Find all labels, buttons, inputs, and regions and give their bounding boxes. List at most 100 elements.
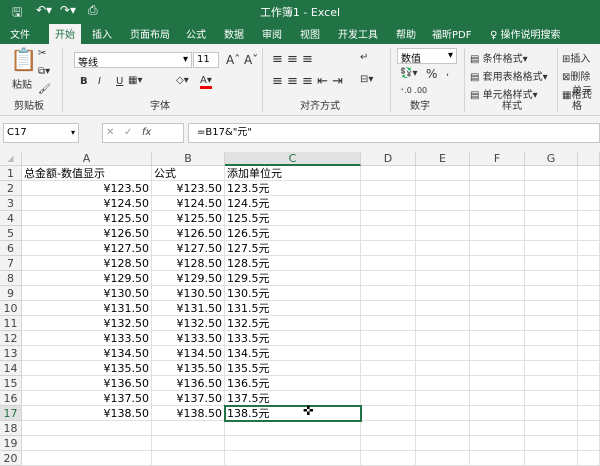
font-name-select[interactable]: 等线 ▾	[74, 52, 192, 69]
table-format-button[interactable]: ▤ 套用表格格式▾	[470, 68, 548, 83]
column-header-D[interactable]: D	[361, 152, 416, 166]
cell-G15[interactable]	[525, 376, 578, 391]
cell-A16[interactable]: ¥137.50	[22, 391, 152, 406]
cell-E3[interactable]	[416, 196, 470, 211]
cell-F11[interactable]	[470, 316, 525, 331]
tab-0[interactable]: 文件	[10, 26, 30, 41]
cell-B19[interactable]	[152, 436, 225, 451]
cell-F18[interactable]	[470, 421, 525, 436]
cell-E13[interactable]	[416, 346, 470, 361]
tab-5[interactable]: 数据	[224, 26, 244, 41]
cell-H4[interactable]	[578, 211, 600, 226]
tell-me-search[interactable]: ♀ 操作说明搜索	[490, 26, 561, 41]
cell-A8[interactable]: ¥129.50	[22, 271, 152, 286]
cell-H1[interactable]	[578, 166, 600, 181]
cell-H13[interactable]	[578, 346, 600, 361]
cell-H10[interactable]	[578, 301, 600, 316]
cell-C18[interactable]	[225, 421, 361, 436]
cell-B4[interactable]: ¥125.50	[152, 211, 225, 226]
cell-G11[interactable]	[525, 316, 578, 331]
cell-D15[interactable]	[361, 376, 416, 391]
cell-F13[interactable]	[470, 346, 525, 361]
cell-D13[interactable]	[361, 346, 416, 361]
cell-C9[interactable]: 130.5元	[225, 286, 361, 301]
cell-G2[interactable]	[525, 181, 578, 196]
row-header-4[interactable]: 4	[0, 211, 22, 226]
cell-H16[interactable]	[578, 391, 600, 406]
copy-icon[interactable]: ⧉▾	[38, 66, 50, 77]
cell-H8[interactable]	[578, 271, 600, 286]
row-header-14[interactable]: 14	[0, 361, 22, 376]
row-header-2[interactable]: 2	[0, 181, 22, 196]
column-header-F[interactable]: F	[470, 152, 525, 166]
cell-D4[interactable]	[361, 211, 416, 226]
comma-button[interactable]: ,	[446, 67, 449, 78]
cell-B6[interactable]: ¥127.50	[152, 241, 225, 256]
cell-B5[interactable]: ¥126.50	[152, 226, 225, 241]
cell-F5[interactable]	[470, 226, 525, 241]
cell-H20[interactable]	[578, 451, 600, 466]
cell-D3[interactable]	[361, 196, 416, 211]
cell-C10[interactable]: 131.5元	[225, 301, 361, 316]
tab-1[interactable]: 开始	[49, 24, 81, 44]
column-header-B[interactable]: B	[152, 152, 225, 166]
cell-A7[interactable]: ¥128.50	[22, 256, 152, 271]
bold-button[interactable]: B	[80, 76, 88, 87]
cell-B2[interactable]: ¥123.50	[152, 181, 225, 196]
cell-B7[interactable]: ¥128.50	[152, 256, 225, 271]
cell-H2[interactable]	[578, 181, 600, 196]
cell-E6[interactable]	[416, 241, 470, 256]
cell-H7[interactable]	[578, 256, 600, 271]
cell-F2[interactable]	[470, 181, 525, 196]
cell-H14[interactable]	[578, 361, 600, 376]
column-header-C[interactable]: C	[225, 152, 361, 166]
cell-F3[interactable]	[470, 196, 525, 211]
cell-A6[interactable]: ¥127.50	[22, 241, 152, 256]
align-top-icon[interactable]: ≡ ≡ ≡	[272, 52, 313, 67]
cell-G8[interactable]	[525, 271, 578, 286]
row-header-16[interactable]: 16	[0, 391, 22, 406]
cell-B15[interactable]: ¥136.50	[152, 376, 225, 391]
cell-D8[interactable]	[361, 271, 416, 286]
row-header-7[interactable]: 7	[0, 256, 22, 271]
cell-C12[interactable]: 133.5元	[225, 331, 361, 346]
cell-H12[interactable]	[578, 331, 600, 346]
cell-F8[interactable]	[470, 271, 525, 286]
cell-H11[interactable]	[578, 316, 600, 331]
select-all-corner[interactable]: ◢	[0, 152, 22, 166]
tab-3[interactable]: 页面布局	[130, 26, 170, 41]
cell-F15[interactable]	[470, 376, 525, 391]
cell-F12[interactable]	[470, 331, 525, 346]
cell-E8[interactable]	[416, 271, 470, 286]
font-size-select[interactable]: 11	[193, 52, 219, 68]
cell-D1[interactable]	[361, 166, 416, 181]
cell-E10[interactable]	[416, 301, 470, 316]
cell-E4[interactable]	[416, 211, 470, 226]
cell-D9[interactable]	[361, 286, 416, 301]
tab-10[interactable]: 福昕PDF	[432, 26, 471, 41]
cell-D7[interactable]	[361, 256, 416, 271]
cell-C4[interactable]: 125.5元	[225, 211, 361, 226]
cell-E5[interactable]	[416, 226, 470, 241]
cell-A2[interactable]: ¥123.50	[22, 181, 152, 196]
cell-B18[interactable]	[152, 421, 225, 436]
delete-cells-button[interactable]: ⊠删除	[562, 68, 590, 83]
row-header-13[interactable]: 13	[0, 346, 22, 361]
cell-D14[interactable]	[361, 361, 416, 376]
cell-H18[interactable]	[578, 421, 600, 436]
cell-B20[interactable]	[152, 451, 225, 466]
cell-A3[interactable]: ¥124.50	[22, 196, 152, 211]
cell-C6[interactable]: 127.5元	[225, 241, 361, 256]
cell-A12[interactable]: ¥133.50	[22, 331, 152, 346]
cell-E17[interactable]	[416, 406, 470, 421]
accounting-icon[interactable]: 💱▾	[400, 68, 417, 79]
cell-A15[interactable]: ¥136.50	[22, 376, 152, 391]
cell-B16[interactable]: ¥137.50	[152, 391, 225, 406]
cell-A5[interactable]: ¥126.50	[22, 226, 152, 241]
align-left-icon[interactable]: ≡ ≡ ≡ ⇤ ⇥	[272, 74, 343, 89]
cell-C19[interactable]	[225, 436, 361, 451]
cell-G14[interactable]	[525, 361, 578, 376]
cell-A1[interactable]: 总金额-数值显示	[22, 166, 152, 181]
cell-G4[interactable]	[525, 211, 578, 226]
row-header-15[interactable]: 15	[0, 376, 22, 391]
